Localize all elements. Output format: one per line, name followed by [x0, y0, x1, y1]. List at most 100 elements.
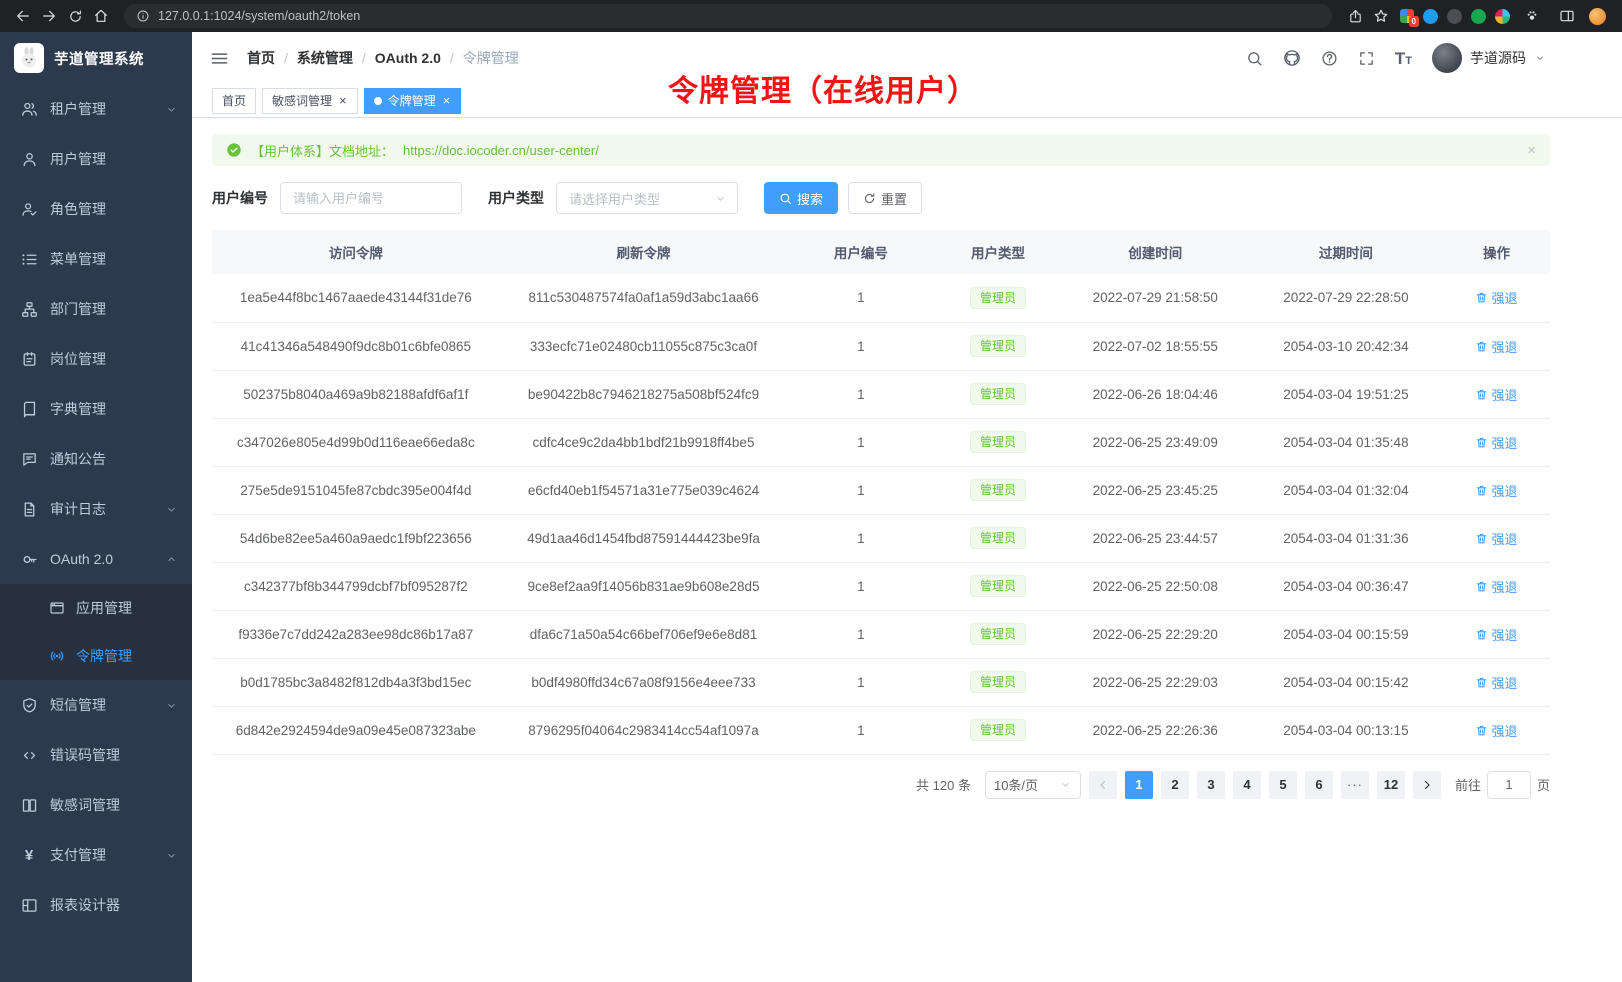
sidebar-item-notice[interactable]: 通知公告 — [0, 434, 192, 484]
extension-icon[interactable] — [1447, 9, 1462, 24]
app-logo-bar[interactable]: 芋道管理系统 — [0, 32, 192, 84]
sidebar-item-tenant[interactable]: 租户管理 — [0, 84, 192, 134]
doc-link[interactable]: https://doc.iocoder.cn/user-center/ — [403, 143, 599, 158]
access-token-cell: 275e5de9151045fe87cbdc395e004f4d — [212, 466, 500, 514]
goto-page-input[interactable] — [1487, 771, 1531, 799]
sidebar-item-sensitive-word[interactable]: 敏感词管理 — [0, 780, 192, 830]
sidebar-item-pay[interactable]: ¥支付管理 — [0, 830, 192, 880]
force-logout-button[interactable]: 强退 — [1475, 385, 1517, 404]
user-id-cell: 1 — [787, 322, 934, 370]
doc-alert: 【用户体系】文档地址： https://doc.iocoder.cn/user-… — [212, 134, 1550, 166]
bookmark-star-icon[interactable] — [1368, 3, 1394, 29]
action-cell: 强退 — [1443, 274, 1550, 322]
sidebar-item-user[interactable]: 用户管理 — [0, 134, 192, 184]
force-logout-button[interactable]: 强退 — [1475, 577, 1517, 596]
alert-close-icon[interactable]: × — [1527, 143, 1536, 158]
sidebar-item-error-code[interactable]: 错误码管理 — [0, 730, 192, 780]
pagination-page-5[interactable]: 5 — [1269, 771, 1297, 799]
user-type-cell: 管理员 — [934, 562, 1061, 610]
force-logout-button[interactable]: 强退 — [1475, 529, 1517, 548]
sidebar-item-report-designer[interactable]: 报表设计器 — [0, 880, 192, 930]
extension-icon[interactable]: 0 — [1400, 9, 1414, 23]
user-type-tag: 管理员 — [970, 719, 1026, 741]
prev-page-button[interactable] — [1089, 771, 1117, 799]
trash-icon — [1475, 676, 1488, 689]
user-id-input[interactable] — [280, 182, 462, 214]
user-type-select[interactable]: 请选择用户类型 — [556, 182, 738, 214]
tab-item[interactable]: 敏感词管理× — [262, 88, 358, 114]
force-logout-button[interactable]: 强退 — [1475, 625, 1517, 644]
force-logout-button[interactable]: 强退 — [1475, 337, 1517, 356]
access-token-cell: b0d1785bc3a8482f812db4a3f3bd15ec — [212, 658, 500, 706]
search-button[interactable]: 搜索 — [764, 182, 838, 214]
split-view-icon[interactable] — [1554, 3, 1580, 29]
user-id-cell: 1 — [787, 610, 934, 658]
page-numbers: 123456···12 — [1125, 771, 1405, 799]
user-type-cell: 管理员 — [934, 322, 1061, 370]
github-icon[interactable] — [1283, 49, 1301, 67]
browser-home-icon[interactable] — [88, 3, 114, 29]
browser-profile-avatar[interactable] — [1589, 8, 1606, 25]
force-logout-button[interactable]: 强退 — [1475, 433, 1517, 452]
force-logout-button[interactable]: 强退 — [1475, 673, 1517, 692]
tab-close-icon[interactable]: × — [442, 94, 452, 107]
url-text: 127.0.0.1:1024/system/oauth2/token — [158, 9, 360, 23]
sidebar-subitem-app-manage[interactable]: 应用管理 — [0, 584, 192, 632]
dict-icon — [20, 401, 38, 418]
pagination-page-3[interactable]: 3 — [1197, 771, 1225, 799]
extension-icon[interactable] — [1471, 9, 1486, 24]
sidebar-item-role[interactable]: 角色管理 — [0, 184, 192, 234]
search-icon — [779, 192, 792, 205]
breadcrumb-item[interactable]: OAuth 2.0 — [375, 50, 441, 66]
help-icon[interactable] — [1321, 50, 1338, 67]
sidebar-item-sms[interactable]: 短信管理 — [0, 680, 192, 730]
action-cell: 强退 — [1443, 658, 1550, 706]
pagination-page-2[interactable]: 2 — [1161, 771, 1189, 799]
notice-icon — [20, 451, 38, 468]
browser-forward-icon[interactable] — [36, 3, 62, 29]
success-check-icon — [226, 142, 242, 158]
sidebar-item-label: 审计日志 — [50, 499, 106, 519]
pagination-page-1[interactable]: 1 — [1125, 771, 1153, 799]
user-menu[interactable]: 芋道源码 — [1432, 43, 1546, 73]
fullscreen-icon[interactable] — [1358, 50, 1375, 67]
browser-back-icon[interactable] — [10, 3, 36, 29]
breadcrumb-item[interactable]: 首页 — [247, 48, 275, 68]
tab-close-icon[interactable]: × — [338, 94, 348, 107]
share-icon[interactable] — [1342, 3, 1368, 29]
pagination-ellipsis[interactable]: ··· — [1341, 771, 1369, 799]
trash-icon — [1475, 484, 1488, 497]
tab-item[interactable]: 令牌管理× — [364, 88, 462, 114]
pagination-page-4[interactable]: 4 — [1233, 771, 1261, 799]
next-page-button[interactable] — [1413, 771, 1441, 799]
page-size-select[interactable]: 10条/页 — [985, 771, 1081, 799]
tenant-icon — [20, 101, 38, 118]
sidebar-item-menu[interactable]: 菜单管理 — [0, 234, 192, 284]
sidebar-item-dept[interactable]: 部门管理 — [0, 284, 192, 334]
browser-address-bar[interactable]: 127.0.0.1:1024/system/oauth2/token — [124, 4, 1332, 28]
paw-extension-icon[interactable] — [1519, 3, 1545, 29]
font-size-icon[interactable]: TT — [1395, 50, 1412, 67]
force-logout-button[interactable]: 强退 — [1475, 721, 1517, 740]
sidebar-item-audit-log[interactable]: 审计日志 — [0, 484, 192, 534]
pagination-page-6[interactable]: 6 — [1305, 771, 1333, 799]
pagination-page-12[interactable]: 12 — [1377, 771, 1405, 799]
browser-reload-icon[interactable] — [62, 3, 88, 29]
force-logout-button[interactable]: 强退 — [1475, 288, 1517, 307]
user-type-cell: 管理员 — [934, 418, 1061, 466]
extension-icon[interactable] — [1495, 9, 1510, 24]
tab-item[interactable]: 首页 — [212, 88, 256, 114]
reset-button[interactable]: 重置 — [848, 182, 922, 214]
search-icon[interactable] — [1246, 50, 1263, 67]
sidebar-collapse-icon[interactable] — [206, 45, 233, 72]
sidebar-item-oauth2[interactable]: OAuth 2.0 — [0, 534, 192, 584]
force-logout-button[interactable]: 强退 — [1475, 481, 1517, 500]
trash-icon — [1475, 724, 1488, 737]
breadcrumb-item[interactable]: 系统管理 — [297, 48, 353, 68]
sidebar-subitem-token-manage[interactable]: 令牌管理 — [0, 632, 192, 680]
sidebar-item-dict[interactable]: 字典管理 — [0, 384, 192, 434]
extension-icon[interactable] — [1423, 9, 1438, 24]
site-info-icon[interactable] — [136, 9, 150, 23]
user-type-tag: 管理员 — [970, 671, 1026, 693]
sidebar-item-post[interactable]: 岗位管理 — [0, 334, 192, 384]
